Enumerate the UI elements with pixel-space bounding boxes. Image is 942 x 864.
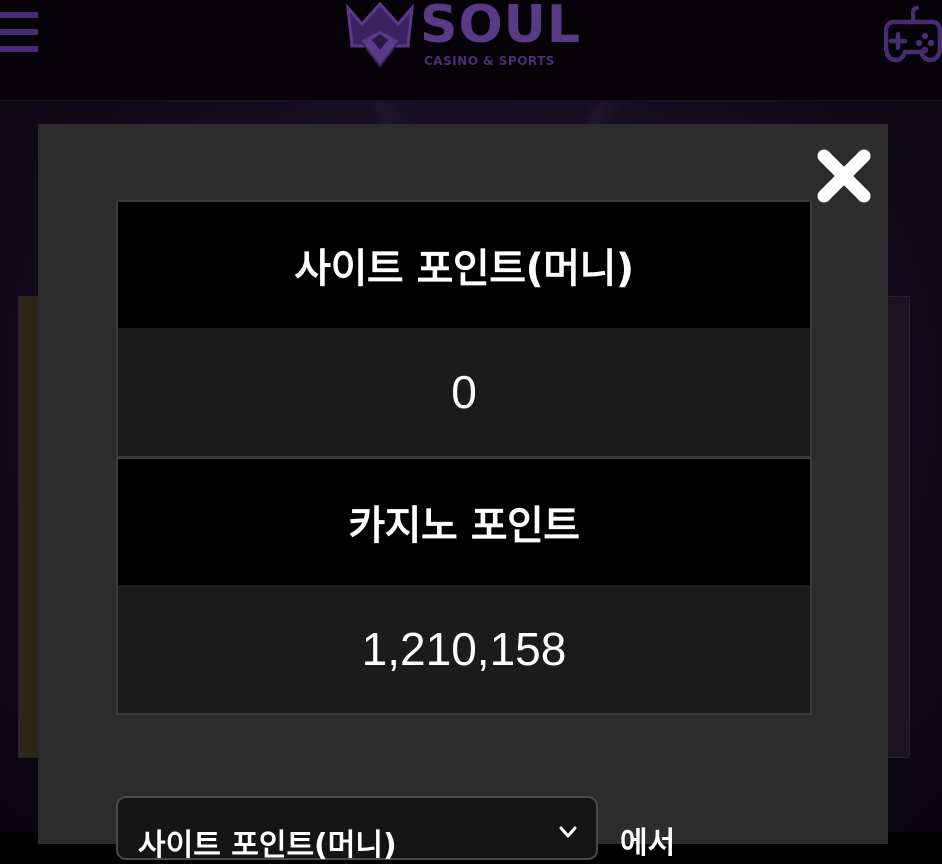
chevron-down-icon — [559, 826, 577, 838]
casino-points-label: 카지노 포인트 — [118, 459, 810, 585]
close-icon — [817, 149, 871, 203]
close-button[interactable] — [814, 146, 874, 206]
top-header: SOUL CASINO & SPORTS — [0, 0, 942, 101]
logo-wordmark: SOUL — [420, 0, 582, 55]
gamepad-icon[interactable] — [884, 6, 942, 64]
convert-source-value: 사이트 포인트(머니) — [138, 828, 397, 863]
convert-from-label: 에서 — [620, 826, 676, 861]
site-points-value: 0 — [118, 328, 810, 456]
crown-diamond-icon — [346, 1, 414, 68]
convert-source-select[interactable]: 사이트 포인트(머니) — [116, 796, 598, 863]
points-panel: 사이트 포인트(머니) 0 카지노 포인트 1,210,158 — [116, 200, 812, 715]
hamburger-line — [0, 29, 38, 35]
hamburger-line — [0, 46, 38, 52]
points-modal: 사이트 포인트(머니) 0 카지노 포인트 1,210,158 사이트 포인트(… — [38, 124, 888, 863]
site-points-label: 사이트 포인트(머니) — [118, 202, 810, 328]
site-points-block: 사이트 포인트(머니) 0 — [118, 202, 810, 456]
hamburger-line — [0, 12, 38, 18]
hamburger-menu-icon[interactable] — [0, 10, 40, 58]
logo-subtitle: CASINO & SPORTS — [424, 54, 555, 68]
site-logo[interactable]: SOUL CASINO & SPORTS — [344, 0, 584, 74]
casino-points-block: 카지노 포인트 1,210,158 — [118, 456, 810, 713]
casino-points-value: 1,210,158 — [118, 585, 810, 713]
